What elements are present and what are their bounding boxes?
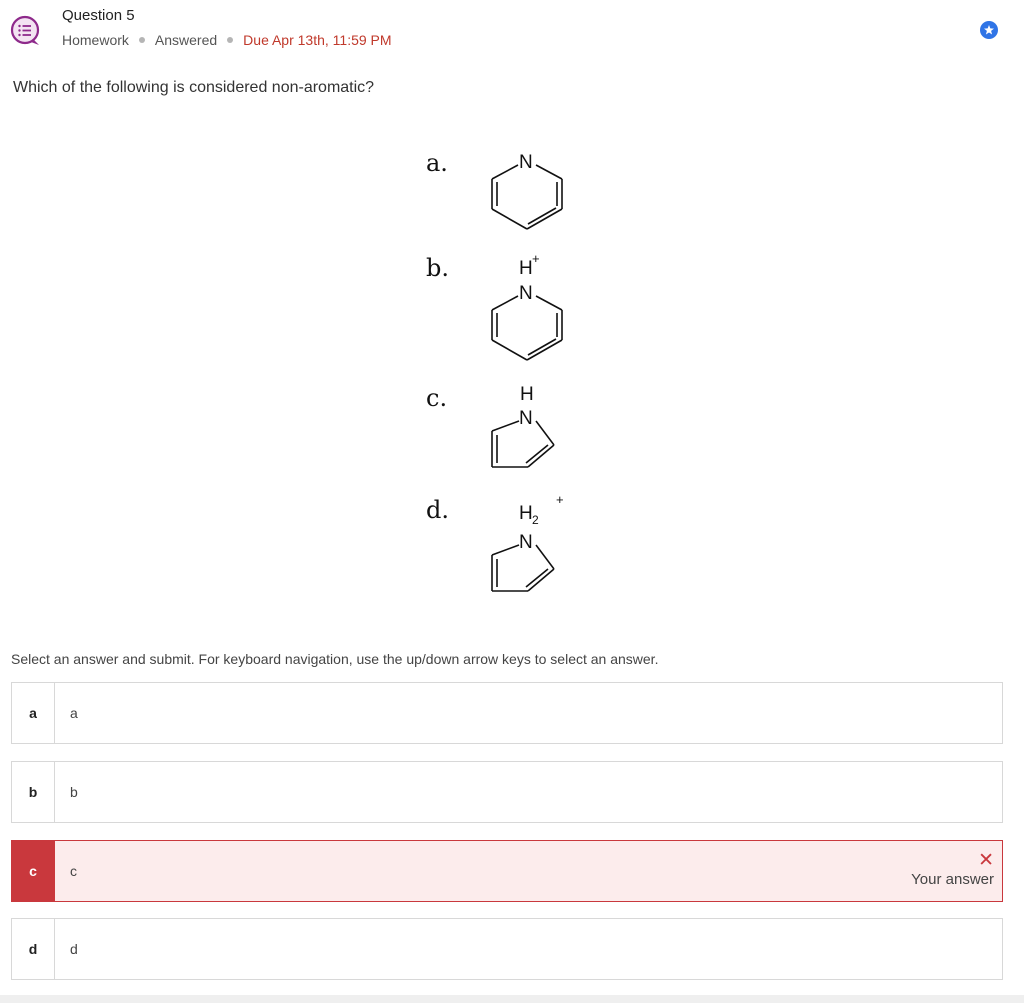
charge-plus: + bbox=[556, 492, 564, 507]
footer-divider bbox=[0, 995, 1024, 1003]
atom-n: N bbox=[519, 532, 533, 553]
option-letter: b bbox=[12, 762, 55, 822]
charge-plus: + bbox=[532, 251, 540, 266]
answer-option-c[interactable]: c c ✕ Your answer bbox=[11, 840, 1003, 902]
atom-h: H bbox=[520, 384, 534, 405]
incorrect-x-icon: ✕ bbox=[978, 850, 994, 871]
answer-option-a[interactable]: a a bbox=[11, 682, 1003, 744]
category-label: Homework bbox=[62, 32, 129, 48]
separator-dot bbox=[227, 37, 234, 43]
atom-n: N bbox=[519, 152, 533, 173]
question-text: Which of the following is considered non… bbox=[13, 79, 375, 96]
option-text: d bbox=[70, 941, 78, 957]
option-letter: d bbox=[12, 919, 55, 979]
option-text: a bbox=[70, 705, 78, 721]
option-text: b bbox=[70, 784, 78, 800]
answer-option-d[interactable]: d d bbox=[11, 918, 1003, 980]
separator-dot bbox=[138, 37, 145, 43]
structure-label-a: a. bbox=[426, 149, 448, 177]
instructions-text: Select an answer and submit. For keyboar… bbox=[11, 651, 659, 667]
question-title: Question 5 bbox=[62, 7, 135, 24]
atom-h: H bbox=[519, 258, 533, 279]
star-badge-icon[interactable] bbox=[980, 21, 998, 39]
option-letter: c bbox=[12, 841, 55, 901]
atom-n: N bbox=[519, 283, 533, 304]
question-meta: Homework Answered Due Apr 13th, 11:59 PM bbox=[62, 32, 392, 48]
status-label: Answered bbox=[154, 32, 218, 48]
structure-label-c: c. bbox=[426, 384, 447, 412]
structure-label-b: b. bbox=[426, 254, 449, 282]
atom-h: H bbox=[519, 503, 533, 524]
structure-label-d: d. bbox=[426, 496, 449, 524]
your-answer-label: Your answer bbox=[911, 871, 994, 888]
chat-list-icon bbox=[9, 14, 43, 48]
subscript-2: 2 bbox=[532, 513, 539, 527]
due-date: Due Apr 13th, 11:59 PM bbox=[243, 32, 392, 48]
option-letter: a bbox=[12, 683, 55, 743]
atom-n: N bbox=[519, 408, 533, 429]
answer-feedback: ✕ Your answer bbox=[911, 850, 994, 889]
option-text: c bbox=[70, 863, 77, 879]
answer-option-b[interactable]: b b bbox=[11, 761, 1003, 823]
question-figure: a. b. c. d. N H + N H N H 2 + N bbox=[418, 137, 588, 607]
